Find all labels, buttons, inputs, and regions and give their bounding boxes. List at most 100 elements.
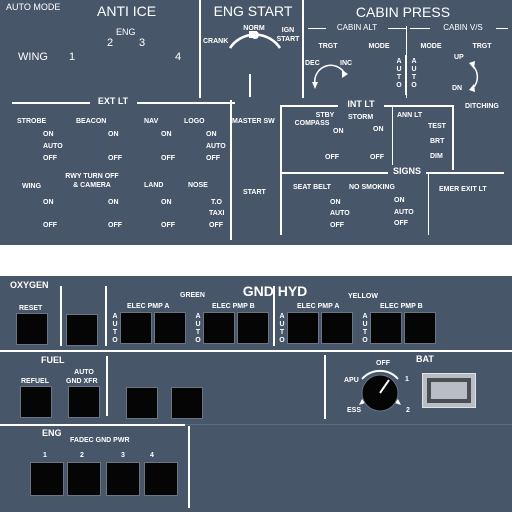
fadec-3-label: 3 bbox=[121, 452, 125, 459]
divider bbox=[188, 426, 190, 508]
refuel-button[interactable] bbox=[20, 386, 52, 418]
cabin-vs-trgt-label: TRGT bbox=[472, 43, 492, 50]
fadec-gnd-pwr-label: FADEC GND PWR bbox=[70, 437, 130, 444]
ann-lt-dim: DIM bbox=[430, 153, 443, 160]
fadec-gnd-pwr-2-button[interactable] bbox=[67, 462, 101, 496]
fadec-2-label: 2 bbox=[80, 452, 84, 459]
gnd-hyd-title: GND HYD bbox=[242, 283, 308, 299]
gnd-xfr-button[interactable] bbox=[68, 386, 100, 418]
wing-off: OFF bbox=[43, 222, 57, 229]
cabin-alt-knob[interactable] bbox=[305, 62, 365, 94]
divider bbox=[106, 356, 108, 416]
anti-ice-eng-label: ENG bbox=[116, 27, 136, 37]
oxygen-reset-label: RESET bbox=[19, 305, 43, 312]
logo-auto: AUTO bbox=[206, 143, 226, 150]
green-elec-pmp-a-label: ELEC PMP A bbox=[127, 303, 170, 310]
divider bbox=[324, 355, 326, 419]
green-pmp-b-auto-label: AUTO bbox=[195, 313, 201, 344]
green-pmp-a-auto-label: AUTO bbox=[112, 313, 118, 344]
master-sw-label: MASTER SW bbox=[232, 118, 275, 125]
no-smoking-auto: AUTO bbox=[394, 209, 414, 216]
divider bbox=[280, 105, 282, 235]
anti-ice-eng-2-label: 2 bbox=[107, 37, 114, 49]
stby-compass-label: STBY bbox=[315, 112, 335, 119]
oxygen-title: OXYGEN bbox=[10, 280, 49, 290]
yellow-elec-pmp-b-button-2[interactable] bbox=[404, 312, 436, 344]
refuel-label: REFUEL bbox=[21, 378, 49, 385]
fuel-auto-label: AUTO bbox=[74, 369, 94, 376]
bracket-line bbox=[410, 28, 430, 29]
eng-start-selector[interactable] bbox=[200, 0, 305, 100]
fuel-button-3[interactable] bbox=[126, 387, 158, 419]
nose-taxi: TAXI bbox=[209, 210, 225, 217]
bracket-line bbox=[496, 28, 508, 29]
eng-fadec-title: ENG bbox=[42, 428, 62, 438]
green-elec-pmp-b-button-1[interactable] bbox=[203, 312, 235, 344]
seat-belt-auto: AUTO bbox=[330, 210, 350, 217]
signs-line-right bbox=[426, 172, 504, 174]
anti-ice-eng-3-label: 3 bbox=[139, 37, 146, 49]
oxygen-reset-button[interactable] bbox=[16, 313, 48, 345]
ext-lt-line-left bbox=[12, 102, 90, 104]
no-smoking-on: ON bbox=[394, 197, 405, 204]
emer-exit-lt-label: EMER EXIT LT bbox=[439, 186, 487, 193]
no-smoking-off: OFF bbox=[394, 220, 408, 227]
nav-off: OFF bbox=[161, 155, 175, 162]
bracket-line bbox=[388, 28, 406, 29]
divider bbox=[406, 26, 407, 98]
rwy-turn-off-label: RWY TURN OFF bbox=[65, 173, 119, 180]
bat-selector-knob[interactable] bbox=[340, 364, 420, 420]
storm-label: STORM bbox=[348, 114, 374, 121]
green-elec-pmp-b-button-2[interactable] bbox=[237, 312, 269, 344]
fadec-gnd-pwr-4-button[interactable] bbox=[144, 462, 178, 496]
compass-label: COMPASS bbox=[294, 120, 330, 127]
cabin-alt-auto-label: AUTO bbox=[396, 58, 402, 89]
logo-label: LOGO bbox=[184, 118, 205, 125]
fadec-gnd-pwr-1-button[interactable] bbox=[30, 462, 64, 496]
yellow-elec-pmp-a-button-2[interactable] bbox=[321, 312, 353, 344]
divider bbox=[185, 424, 512, 425]
wing-label: WING bbox=[22, 183, 42, 190]
seat-belt-off: OFF bbox=[330, 222, 344, 229]
cabin-alt-mode-label: MODE bbox=[368, 43, 390, 50]
int-lt-line-left bbox=[280, 105, 338, 107]
bat-title: BAT bbox=[416, 354, 434, 364]
cabin-vs-knob[interactable] bbox=[455, 60, 495, 92]
fuel-title: FUEL bbox=[41, 355, 65, 365]
yellow-pmp-a-auto-label: AUTO bbox=[279, 313, 285, 344]
green-elec-pmp-a-button-2[interactable] bbox=[154, 312, 186, 344]
cabin-vs-auto-label: AUTO bbox=[411, 58, 417, 89]
divider bbox=[405, 55, 406, 95]
nose-to: T.O bbox=[211, 199, 222, 206]
beacon-off: OFF bbox=[108, 155, 122, 162]
green-elec-pmp-a-button-1[interactable] bbox=[120, 312, 152, 344]
int-lt-line-right bbox=[384, 105, 452, 107]
anti-ice-wing-label: WING bbox=[18, 51, 48, 63]
yellow-elec-pmp-a-label: ELEC PMP A bbox=[297, 303, 340, 310]
cabin-vs-mode-label: MODE bbox=[420, 43, 442, 50]
yellow-elec-pmp-a-button-1[interactable] bbox=[287, 312, 319, 344]
gnd-hyd-yellow-label: YELLOW bbox=[348, 293, 378, 300]
ann-lt-test: TEST bbox=[428, 123, 446, 130]
strobe-off: OFF bbox=[43, 155, 57, 162]
wing-on: ON bbox=[43, 199, 54, 206]
master-sw-start-label: START bbox=[243, 189, 266, 196]
nose-off: OFF bbox=[209, 222, 223, 229]
cabin-alt-trgt-label: TRGT bbox=[318, 43, 338, 50]
divider bbox=[0, 424, 185, 426]
yellow-pmp-b-auto-label: AUTO bbox=[362, 313, 368, 344]
land-off: OFF bbox=[161, 222, 175, 229]
signs-line-left bbox=[282, 172, 388, 174]
yellow-elec-pmp-b-label: ELEC PMP B bbox=[380, 303, 423, 310]
fadec-gnd-pwr-3-button[interactable] bbox=[106, 462, 140, 496]
oxygen-button-2[interactable] bbox=[66, 314, 98, 346]
yellow-elec-pmp-b-button-1[interactable] bbox=[370, 312, 402, 344]
fuel-button-4[interactable] bbox=[171, 387, 203, 419]
overhead-lower-panel: OXYGEN RESET GND HYD GREEN YELLOW ELEC P… bbox=[0, 276, 512, 512]
beacon-label: BEACON bbox=[76, 118, 107, 125]
nose-label: NOSE bbox=[188, 182, 208, 189]
signs-title: SIGNS bbox=[392, 166, 421, 176]
bat-display bbox=[422, 373, 476, 408]
cabin-alt-label: CABIN ALT bbox=[336, 23, 378, 32]
seat-belt-on: ON bbox=[330, 199, 341, 206]
